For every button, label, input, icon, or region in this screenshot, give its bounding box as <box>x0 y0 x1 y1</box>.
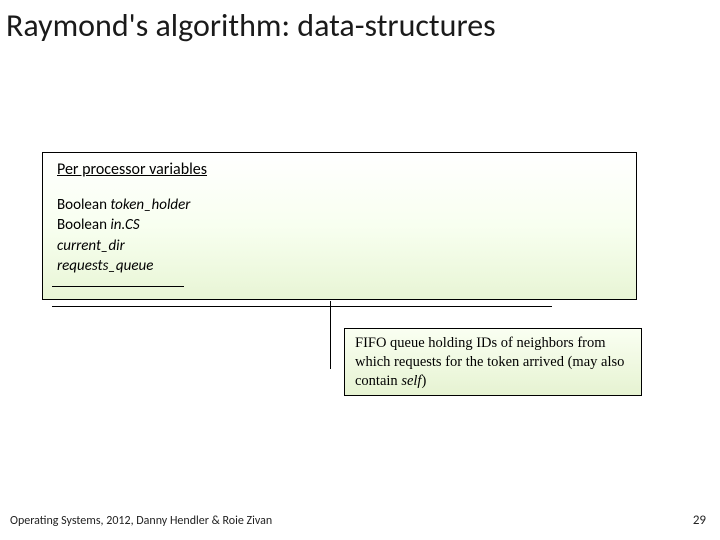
var-line-3: current_dir <box>57 236 622 256</box>
var-name: current_dir <box>57 237 125 255</box>
var-line-2: Boolean in.CS <box>57 215 622 235</box>
box-heading: Per processor variables <box>57 160 622 179</box>
footer-text: Operating Systems, 2012, Danny Hendler &… <box>10 514 272 528</box>
page-number: 29 <box>693 513 706 528</box>
callout-box: FIFO queue holding IDs of neighbors from… <box>344 328 642 396</box>
highlight-line-top <box>52 286 184 287</box>
var-name: token_holder <box>110 196 190 214</box>
highlight-line-bottom <box>52 306 552 307</box>
variables-box: Per processor variables Boolean token_ho… <box>42 152 637 300</box>
var-name: requests_queue <box>57 257 153 275</box>
connector-line <box>330 301 331 369</box>
callout-text-after: ) <box>421 373 426 389</box>
var-line-1: Boolean token_holder <box>57 195 622 215</box>
callout-text: FIFO queue holding IDs of neighbors from… <box>355 335 624 389</box>
var-name: in.CS <box>110 216 139 234</box>
type-label: Boolean <box>57 216 110 234</box>
type-label: Boolean <box>57 196 110 214</box>
var-line-4: requests_queue <box>57 256 622 276</box>
slide-title: Raymond's algorithm: data-structures <box>6 6 496 45</box>
callout-self: self <box>401 373 421 389</box>
